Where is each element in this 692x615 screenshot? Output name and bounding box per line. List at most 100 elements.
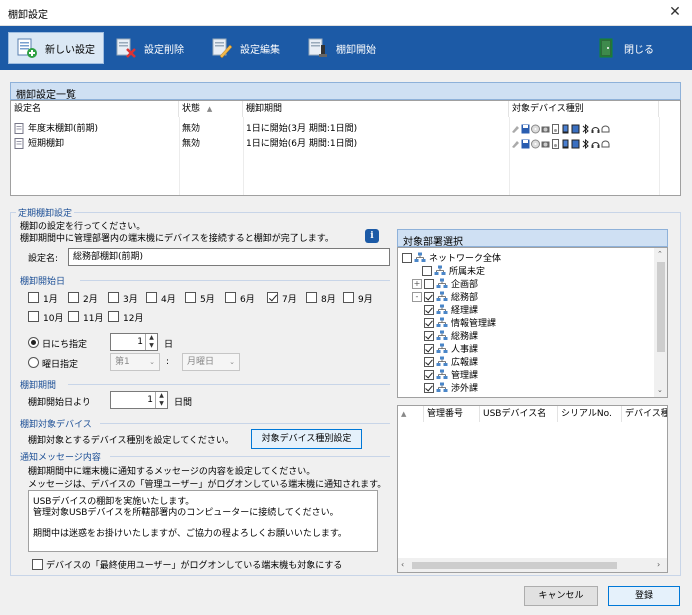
dept-checkbox[interactable] [424,291,434,302]
column-serial-no[interactable]: シリアルNo. [558,406,622,422]
message-textarea[interactable]: USBデバイスの棚卸を実施いたします。 管理対象USBデバイスを所轄部署内のコン… [28,490,378,552]
dept-checkbox[interactable] [402,252,412,263]
dept-tree-label: 人事課 [451,345,479,355]
setting-name-input[interactable]: 総務部棚卸(前期) [68,248,390,266]
week-select[interactable]: 第1 ⌄ [110,353,160,371]
department-icon [436,382,448,393]
bluetooth-icon [581,123,590,135]
dept-tree-item[interactable]: - 総務部 [412,290,478,303]
last-user-checkbox[interactable] [32,559,43,570]
column-device-type[interactable]: 対象デバイス種別 [509,101,659,117]
usb-sort-column[interactable]: ▲ [398,406,424,422]
scroll-thumb[interactable] [412,562,617,569]
dept-tree-label: 企画部 [451,280,479,290]
dept-checkbox[interactable] [424,369,434,380]
dept-checkbox[interactable] [424,356,434,367]
day-unit: 日 [164,340,174,350]
scroll-down-icon[interactable]: ⌄ [657,386,663,394]
column-status-label: 状態 [182,104,201,114]
column-status[interactable]: 状態 ▲ [179,101,243,117]
department-icon [436,278,448,289]
cancel-button[interactable]: キャンセル [524,586,598,606]
cd-icon [531,139,540,149]
start-inventory-button[interactable]: 棚卸開始 [300,32,390,64]
dept-tree-item[interactable]: ネットワーク全体 [402,251,501,264]
column-period[interactable]: 棚卸期間 [243,101,509,117]
spinner-arrows-icon[interactable]: ▲ ▼ [145,334,157,350]
close-button[interactable]: 閉じる [588,32,668,64]
edit-setting-button[interactable]: 設定編集 [204,32,294,64]
column-usb-name[interactable]: USBデバイス名 [480,406,558,422]
dept-checkbox[interactable] [424,317,434,328]
dept-tree-item[interactable]: 総務課 [424,329,478,342]
day-radio[interactable] [28,337,39,348]
expander-icon[interactable]: + [412,278,422,289]
dept-tree-item[interactable]: 広報課 [424,355,478,368]
period-spinner[interactable]: 1 ▲ ▼ [110,391,168,409]
settings-list-header: 棚卸設定一覧 [10,82,681,101]
network-icon [414,252,426,263]
column-device-type[interactable]: デバイス種 [622,406,667,422]
dept-tree-label: 総務課 [451,332,479,342]
dept-header: 対象部署選択 [397,229,668,248]
department-icon [436,343,448,354]
dept-checkbox[interactable] [424,382,434,393]
column-name[interactable]: 設定名 [11,101,179,117]
settings-list[interactable]: 設定名 状態 ▲ 棚卸期間 対象デバイス種別 年度末棚卸(前期) 無効 1日に開… [10,100,681,196]
dept-tree-item[interactable]: 情報管理課 [424,316,496,329]
cd-icon [531,124,540,134]
dept-tree-item[interactable]: 経理課 [424,303,478,316]
dept-tree-item[interactable]: 管理課 [424,368,478,381]
dept-checkbox[interactable] [424,304,434,315]
spinner-arrows-icon[interactable]: ▲ ▼ [155,392,167,408]
dept-tree-label: 広報課 [451,358,479,368]
schedule-desc-2: 棚卸期間中に管理部署内の端末機にデバイスを接続すると棚卸が完了します。 [20,234,334,244]
dept-tree[interactable]: ⌃ ⌄ ネットワーク全体 所属未定 + 企画部 - 総務部 経理課 情報管理課総務課人事課広報… [397,247,668,398]
column-management-no[interactable]: 管理番号 [424,406,480,422]
scroll-up-icon[interactable]: ⌃ [657,250,663,258]
notify-desc-1: 棚卸期間中に端末機に通知するメッセージの内容を設定してください。 [28,467,316,477]
notify-section: 通知メッセージ内容 [20,453,101,463]
dept-checkbox[interactable] [424,278,434,289]
window-close-icon[interactable]: ✕ [658,0,692,26]
period-section: 棚卸期間 [20,381,57,391]
scroll-right-icon[interactable]: › [657,560,660,569]
row-status: 無効 [182,139,201,149]
day-value: 1 [137,337,143,347]
tablet-icon [571,139,580,149]
usb-h-scrollbar[interactable]: ‹ › [398,558,667,572]
camera-icon [541,139,550,149]
floppy-icon [521,124,530,134]
delete-document-icon [114,37,138,59]
day-radio-label: 日にち指定 [42,340,88,350]
weekday-radio[interactable] [28,357,39,368]
dept-tree-label: ネットワーク全体 [429,254,502,264]
dept-checkbox[interactable] [422,265,432,276]
usb-device-table[interactable]: ▲ 管理番号 USBデバイス名 シリアルNo. デバイス種 ‹ › [397,405,668,573]
table-row[interactable]: 短期棚卸 無効 1日に開始(6月 期間:1日間) [11,137,659,151]
day-spinner[interactable]: 1 ▲ ▼ [110,333,158,351]
dept-tree-item[interactable]: 渉外課 [424,381,478,394]
phone-icon [561,139,570,149]
dept-checkbox[interactable] [424,343,434,354]
new-setting-button[interactable]: 新しい設定 [8,32,104,64]
dept-scrollbar[interactable]: ⌃ ⌄ [654,248,667,397]
dept-tree-item[interactable]: 人事課 [424,342,478,355]
start-day-section: 棚卸開始日 [20,277,66,287]
device-type-settings-button[interactable]: 対象デバイス種別設定 [251,429,362,449]
register-button[interactable]: 登録 [608,586,680,606]
scroll-thumb[interactable] [657,262,665,352]
weekday-select[interactable]: 月曜日 ⌄ [182,353,240,371]
delete-setting-button[interactable]: 設定削除 [108,32,198,64]
dept-tree-item[interactable]: 所属未定 [412,264,485,277]
dept-tree-item[interactable]: + 企画部 [412,277,478,290]
month-checkboxes: 1月 2月 3月 4月 5月 6月 7月 8月 9月 10月 11月 12月 [28,290,388,326]
dept-tree-label: 所属未定 [449,267,486,277]
expander-icon[interactable]: - [412,291,422,302]
dept-checkbox[interactable] [424,330,434,341]
table-row[interactable]: 年度末棚卸(前期) 無効 1日に開始(3月 期間:1日間) [11,122,659,136]
info-icon[interactable]: i [365,229,379,243]
setting-name-label: 設定名: [28,254,59,264]
scroll-left-icon[interactable]: ‹ [401,560,404,569]
headset-icon [591,124,600,134]
